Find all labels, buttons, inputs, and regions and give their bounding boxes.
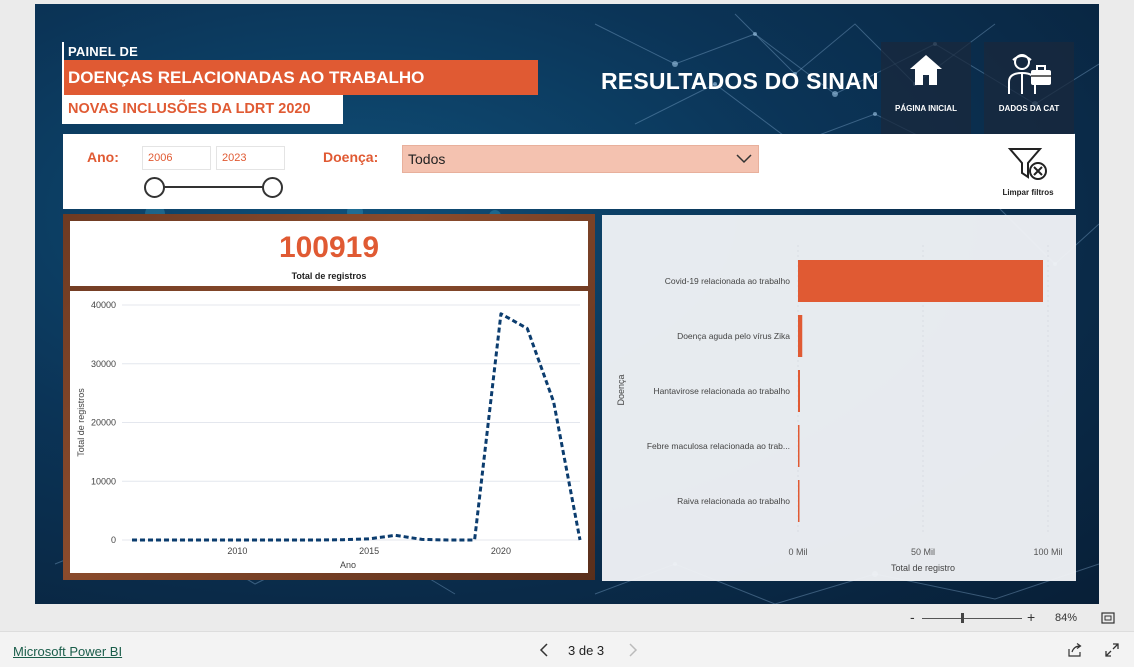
bar[interactable] bbox=[798, 260, 1043, 302]
year-to-input[interactable]: 2023 bbox=[216, 146, 285, 170]
data-point[interactable] bbox=[340, 537, 345, 542]
share-icon[interactable] bbox=[1067, 643, 1083, 657]
disease-select-value: Todos bbox=[408, 151, 446, 167]
bar-chart[interactable]: 0 Mil 50 Mil 100 Mil Covid-19 relacionada a… bbox=[602, 215, 1076, 581]
x-tick-label: 50 Mil bbox=[911, 547, 935, 557]
fit-to-page-icon[interactable] bbox=[1101, 612, 1115, 624]
category-label: Hantavirose relacionada ao trabalho bbox=[653, 386, 790, 396]
year-slider-end-handle[interactable] bbox=[262, 177, 283, 198]
x-tick-label: 0 Mil bbox=[788, 547, 807, 557]
y-tick-label: 40000 bbox=[91, 300, 116, 310]
bar[interactable] bbox=[798, 480, 800, 522]
x-tick-label: 100 Mil bbox=[1033, 547, 1062, 557]
category-label: Covid-19 relacionada ao trabalho bbox=[665, 276, 790, 286]
x-axis-title: Ano bbox=[340, 560, 356, 570]
home-page-button[interactable]: PÁGINA INICIAL bbox=[881, 42, 971, 134]
cat-data-label: DADOS DA CAT bbox=[998, 104, 1060, 113]
category-label: Raiva relacionada ao trabalho bbox=[677, 496, 790, 506]
left-visual-panel: 100919 Total de registros 0 10000 20000 300… bbox=[63, 214, 595, 580]
bar[interactable] bbox=[798, 425, 800, 467]
x-tick-label: 2010 bbox=[227, 546, 247, 556]
line-chart[interactable]: 0 10000 20000 30000 40000 2010 2015 2020 Ano Tota… bbox=[70, 291, 588, 573]
disease-select[interactable]: Todos bbox=[402, 145, 759, 173]
zoom-in-button[interactable]: + bbox=[1027, 609, 1035, 625]
y-tick-label: 10000 bbox=[91, 476, 116, 486]
home-icon bbox=[910, 55, 942, 85]
x-axis-title: Total de registro bbox=[891, 563, 955, 573]
cat-data-button[interactable]: DADOS DA CAT bbox=[984, 42, 1074, 134]
bar[interactable] bbox=[798, 370, 800, 412]
clear-filters-button[interactable]: Limpar filtros bbox=[993, 146, 1063, 204]
data-point[interactable] bbox=[498, 311, 503, 316]
x-tick-label: 2020 bbox=[491, 546, 511, 556]
worker-briefcase-icon bbox=[1008, 54, 1051, 94]
painel-label: PAINEL DE bbox=[68, 44, 138, 59]
bottom-bar: Microsoft Power BI 3 de 3 bbox=[0, 631, 1134, 667]
data-point[interactable] bbox=[446, 538, 451, 543]
disease-filter-label: Doença: bbox=[323, 149, 379, 165]
y-axis-title: Doença bbox=[616, 374, 626, 405]
data-point[interactable] bbox=[393, 533, 398, 538]
data-point[interactable] bbox=[551, 399, 556, 404]
page-indicator: 3 de 3 bbox=[568, 643, 605, 658]
data-point[interactable] bbox=[209, 538, 214, 543]
chevron-right-icon[interactable] bbox=[626, 642, 640, 658]
home-page-label: PÁGINA INICIAL bbox=[895, 104, 957, 113]
data-point[interactable] bbox=[182, 538, 187, 543]
data-point[interactable] bbox=[314, 538, 319, 543]
zoom-slider-thumb[interactable] bbox=[961, 613, 964, 623]
line-chart-card[interactable]: 0 10000 20000 30000 40000 2010 2015 2020 Ano Tota… bbox=[70, 291, 588, 573]
expand-icon[interactable] bbox=[1105, 643, 1119, 657]
kpi-label: Total de registros bbox=[291, 271, 367, 281]
filter-clear-icon bbox=[1007, 148, 1047, 180]
filter-bar: Ano: 2006 2023 Doença: Todos Limpar filt… bbox=[63, 134, 1075, 209]
zoom-slider-track[interactable] bbox=[922, 618, 1022, 619]
kpi-value: 100919 bbox=[278, 231, 380, 264]
y-tick-label: 30000 bbox=[91, 359, 116, 369]
year-from-input[interactable]: 2006 bbox=[142, 146, 211, 170]
data-point[interactable] bbox=[525, 326, 530, 331]
data-point[interactable] bbox=[235, 538, 240, 543]
data-point[interactable] bbox=[367, 536, 372, 541]
clear-filters-label: Limpar filtros bbox=[1002, 188, 1054, 197]
chevron-left-icon[interactable] bbox=[537, 642, 551, 658]
series-line[interactable] bbox=[132, 312, 582, 542]
sinan-title: RESULTADOS DO SINAN bbox=[601, 68, 879, 94]
category-label: Febre maculosa relacionada ao trab... bbox=[647, 441, 790, 451]
zoom-out-button[interactable]: - bbox=[910, 609, 915, 625]
right-visual-panel: 0 Mil 50 Mil 100 Mil Covid-19 relacionada a… bbox=[602, 215, 1076, 581]
report-canvas: PAINEL DE DOENÇAS RELACIONADAS AO TRABAL… bbox=[35, 4, 1099, 604]
y-tick-label: 0 bbox=[111, 535, 116, 545]
zoom-percent: 84% bbox=[1055, 612, 1078, 624]
data-point[interactable] bbox=[578, 538, 583, 543]
y-tick-label: 20000 bbox=[91, 418, 116, 428]
zoom-bar: - + 84% bbox=[0, 606, 1134, 631]
data-point[interactable] bbox=[130, 538, 135, 543]
data-point[interactable] bbox=[261, 538, 266, 543]
year-slider-track[interactable] bbox=[155, 186, 273, 188]
year-filter-label: Ano: bbox=[87, 149, 119, 165]
powerbi-link[interactable]: Microsoft Power BI bbox=[13, 644, 122, 659]
y-axis-title: Total de registros bbox=[76, 388, 86, 457]
category-label: Doença aguda pelo vírus Zika bbox=[677, 331, 790, 341]
data-point[interactable] bbox=[472, 538, 477, 543]
page-title: DOENÇAS RELACIONADAS AO TRABALHO bbox=[64, 60, 538, 95]
data-point[interactable] bbox=[288, 538, 293, 543]
data-point[interactable] bbox=[156, 538, 161, 543]
chevron-down-icon bbox=[736, 154, 752, 164]
x-tick-label: 2015 bbox=[359, 546, 379, 556]
kpi-card[interactable]: 100919 Total de registros bbox=[70, 221, 588, 286]
page-subtitle: NOVAS INCLUSÕES DA LDRT 2020 bbox=[64, 95, 343, 124]
data-point[interactable] bbox=[419, 537, 424, 542]
powerbi-viewer: PAINEL DE DOENÇAS RELACIONADAS AO TRABAL… bbox=[0, 0, 1134, 667]
bar[interactable] bbox=[798, 315, 803, 357]
year-slider-start-handle[interactable] bbox=[144, 177, 165, 198]
